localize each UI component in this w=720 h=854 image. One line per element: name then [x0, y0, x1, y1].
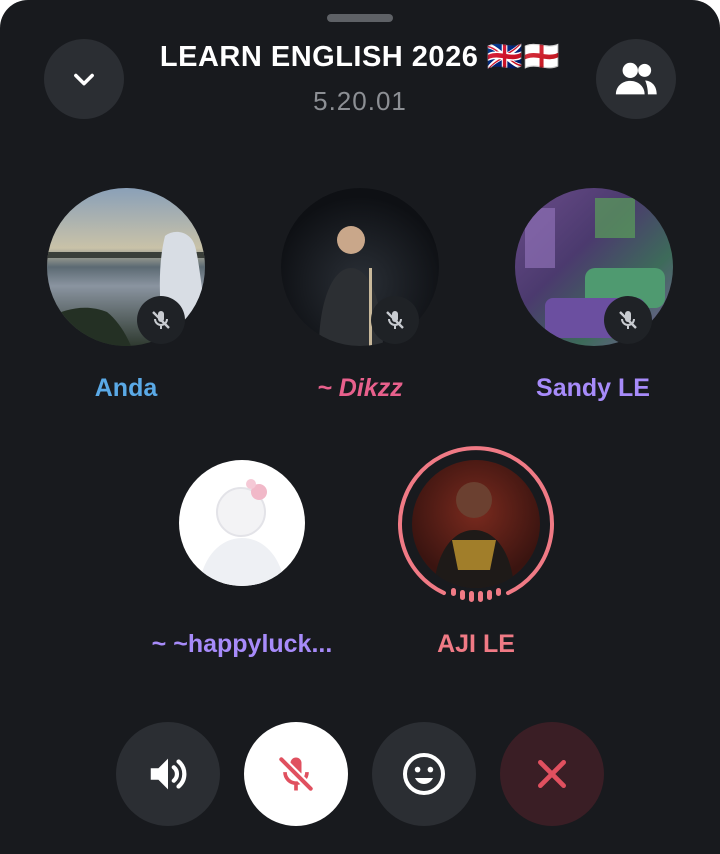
participants-button[interactable] [596, 39, 676, 119]
participant-name: Sandy LE [536, 374, 650, 402]
speaker-icon [150, 758, 187, 790]
mic-off-icon [386, 311, 404, 329]
avatar [412, 460, 540, 588]
chat-title: LEARN ENGLISH 2026 🇬🇧🏴󠁧󠁢󠁥󠁮󠁧󠁿 [159, 41, 561, 73]
drag-handle[interactable] [327, 14, 393, 22]
mic-off-icon [619, 311, 637, 329]
leave-button[interactable] [500, 722, 604, 826]
mic-muted-badge [371, 296, 419, 344]
participant-name: ~ Dikzz [317, 374, 403, 402]
people-icon [615, 62, 657, 95]
mic-off-icon [278, 756, 314, 792]
voice-chat-sheet: LEARN ENGLISH 2026 🇬🇧🏴󠁧󠁢󠁥󠁮󠁧󠁿 5.20.01 And… [0, 0, 720, 854]
mic-muted-badge [604, 296, 652, 344]
mic-off-icon [152, 311, 170, 329]
call-duration: 5.20.01 [313, 86, 407, 116]
mic-toggle-button[interactable] [244, 722, 348, 826]
close-icon [538, 760, 566, 788]
avatar-photo [199, 479, 285, 586]
emoji-button[interactable] [372, 722, 476, 826]
mic-muted-badge [137, 296, 185, 344]
participant-name: Anda [94, 374, 158, 402]
participant-name: ~ ~happyluck... [151, 630, 333, 658]
avatar [179, 460, 305, 586]
emoji-icon [403, 753, 445, 795]
avatar-photo [434, 482, 514, 588]
participant-name: AJI LE [437, 630, 515, 658]
chevron-down-icon [74, 73, 94, 86]
speaker-button[interactable] [116, 722, 220, 826]
